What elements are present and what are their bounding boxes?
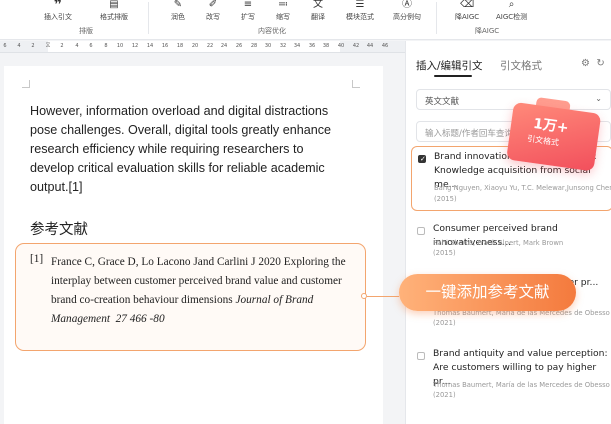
tab-citation-format[interactable]: 引文格式: [500, 58, 542, 73]
references-heading[interactable]: 参考文献: [30, 218, 88, 239]
refresh-icon[interactable]: ↻: [596, 58, 604, 69]
add-references-button[interactable]: 一键添加参考文献: [399, 274, 576, 311]
expand-icon: ≡: [243, 0, 253, 10]
polish-icon: ✎: [173, 0, 183, 10]
aigc-check-icon: ⌕: [508, 0, 515, 10]
result-year: (2015): [433, 249, 456, 257]
result-year: (2021): [433, 391, 456, 399]
ribbon-divider: [436, 2, 437, 34]
citation-panel: 插入/编辑引文 引文格式 ⚙ ↻ 英文文献 ⌄ 输入标题/作者回车查询 Bran…: [405, 41, 611, 424]
rewrite-icon: ✐: [208, 0, 218, 10]
ruler-tick: 42: [352, 43, 360, 49]
connector-line: [367, 296, 399, 298]
group-label-layout: 排版: [79, 27, 93, 35]
result-year: (2015): [434, 195, 457, 203]
shorten-button[interactable]: ≕ 缩写: [276, 0, 290, 22]
shorten-icon: ≕: [278, 0, 288, 10]
ruler-tick: 30: [264, 43, 272, 49]
ruler-tick: 32: [279, 43, 287, 49]
ruler-tick: 6: [89, 43, 93, 49]
rewrite-button[interactable]: ✐ 改写: [206, 0, 220, 22]
format-icon: ▤: [109, 0, 119, 10]
result-authors: Rahi Shams, Frank Alpert, Mark Brown: [433, 239, 564, 247]
translate-icon: 文: [313, 0, 323, 10]
margin-corner: [352, 80, 360, 88]
ruler-tick: 36: [308, 43, 316, 49]
ruler-tick: 46: [381, 43, 389, 49]
ruler-tick: 6: [3, 43, 7, 49]
reduce-aigc-icon: ⌫: [460, 0, 475, 10]
group-label-content: 内容优化: [258, 27, 286, 35]
checkbox[interactable]: [417, 352, 425, 360]
ruler-tick: 12: [131, 43, 139, 49]
ruler-tick: 24: [220, 43, 228, 49]
ruler-tick: 8: [104, 43, 108, 49]
polish-button[interactable]: ✎ 润色: [171, 0, 185, 22]
module-icon: ☰: [355, 0, 365, 10]
ruler-tick: 16: [161, 43, 169, 49]
result-authors: Bang Nguyen, Xiaoyu Yu, T.C. Melewar,Jun…: [434, 184, 611, 192]
group-label-aigc: 降AIGC: [475, 27, 500, 35]
ruler-tick: 4: [75, 43, 79, 49]
checkbox-checked[interactable]: [418, 155, 426, 163]
insert-citation-button[interactable]: ❞ 插入引文: [44, 0, 72, 22]
result-year: (2021): [433, 319, 456, 327]
document-page[interactable]: However, information overload and digita…: [4, 66, 383, 424]
ruler-tick: 38: [322, 43, 330, 49]
horizontal-ruler[interactable]: 6 4 2 ⧖ 2 4 6 8 10 12 14 16 18 20 22 24 …: [0, 41, 405, 53]
list-item[interactable]: Brand antiquity and value perception: Ar…: [411, 344, 611, 404]
example-icon: Ⓐ: [402, 0, 412, 10]
reference-text: France C, Grace D, Lo Lacono Jand Carlin…: [51, 253, 351, 329]
reduce-aigc-button[interactable]: ⌫ 降AIGC: [455, 0, 479, 22]
indent-marker-icon[interactable]: ⧖: [46, 41, 51, 50]
chevron-down-icon: ⌄: [595, 94, 602, 103]
margin-corner: [22, 80, 30, 88]
reference-entry[interactable]: [1] France C, Grace D, Lo Lacono Jand Ca…: [15, 243, 366, 351]
translate-button[interactable]: 文 翻译: [311, 0, 325, 22]
ruler-tick: 2: [31, 43, 35, 49]
ruler-tick: 20: [191, 43, 199, 49]
ruler-tick: 2: [60, 43, 64, 49]
ruler-tick: 40: [337, 43, 345, 49]
reference-volume: 27 466 -80: [115, 313, 165, 325]
tab-insert-edit-citation[interactable]: 插入/编辑引文: [416, 58, 483, 73]
expand-button[interactable]: ≡ 扩写: [241, 0, 255, 22]
result-authors: Thomas Baumert, María de las Mercedes de…: [433, 381, 610, 389]
format-layout-button[interactable]: ▤ 格式排版: [100, 0, 128, 22]
module-paradigm-button[interactable]: ☰ 模块范式: [346, 0, 374, 22]
ribbon-divider: [148, 2, 149, 34]
panel-icon-group: ⚙ ↻: [581, 58, 605, 69]
ruler-tick: 44: [366, 43, 374, 49]
settings-icon[interactable]: ⚙: [581, 58, 590, 69]
reference-number: [1]: [30, 253, 44, 265]
ribbon-toolbar: ❞ 插入引文 ▤ 格式排版 排版 ✎ 润色 ✐ 改写 ≡ 扩写 ≕ 缩写 文 翻…: [0, 0, 611, 40]
aigc-check-button[interactable]: ⌕ AIGC检测: [496, 0, 527, 22]
quote-icon: ❞: [53, 0, 63, 13]
ruler-tick: 26: [235, 43, 243, 49]
active-tab-indicator: [434, 75, 472, 77]
ruler-tick: 10: [116, 43, 124, 49]
ruler-tick: 14: [146, 43, 154, 49]
language-select-value: 英文文献: [425, 97, 460, 107]
ruler-tick: 4: [17, 43, 21, 49]
ruler-tick: 34: [293, 43, 301, 49]
ruler-tick: 18: [176, 43, 184, 49]
high-score-examples-button[interactable]: Ⓐ 高分例句: [393, 0, 421, 22]
body-paragraph[interactable]: However, information overload and digita…: [30, 102, 348, 197]
citation-formats-badge: 1万+ 引文格式: [506, 94, 607, 176]
ruler-tick: 22: [206, 43, 214, 49]
list-item[interactable]: Consumer perceived brand innovativeness.…: [411, 219, 611, 264]
ruler-tick: 28: [250, 43, 258, 49]
search-placeholder: 输入标题/作者回车查询: [425, 129, 513, 139]
checkbox[interactable]: [417, 227, 425, 235]
